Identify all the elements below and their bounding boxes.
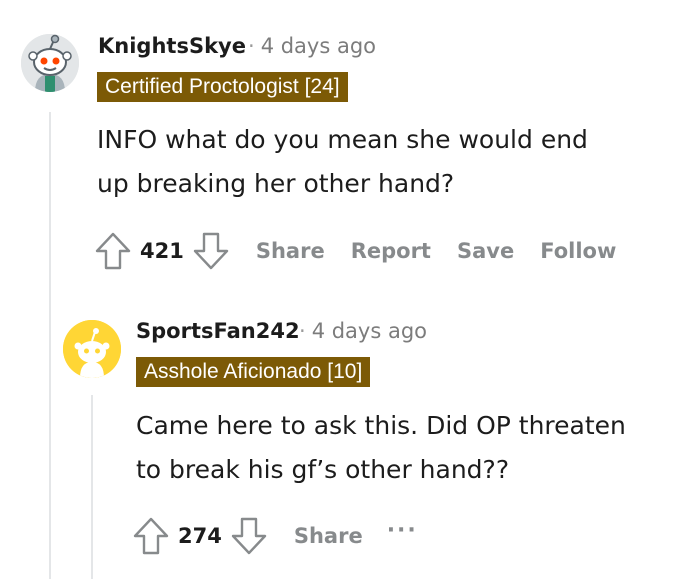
comment-body-line-1: INFO what do you mean she would end <box>97 125 588 154</box>
username[interactable]: SportsFan242 <box>136 319 300 343</box>
vote-score: 421 <box>140 239 184 263</box>
comment-body-line-2: up breaking her other hand? <box>97 169 455 198</box>
user-flair: Certified Proctologist [24] <box>97 72 348 102</box>
comment-body-line-2: to break his gf’s other hand?? <box>136 455 510 484</box>
share-button[interactable]: Share <box>294 524 363 548</box>
avatar[interactable] <box>21 34 79 92</box>
follow-button[interactable]: Follow <box>540 239 616 263</box>
post-meta: · 4 days ago <box>291 319 427 343</box>
user-flair: Asshole Aficionado [10] <box>136 357 371 387</box>
upvote-arrow-icon[interactable] <box>132 515 170 557</box>
report-button[interactable]: Report <box>351 239 431 263</box>
thread-line-2[interactable] <box>91 395 93 579</box>
thread-line-1[interactable] <box>49 112 51 579</box>
comment-actions: 421 Share Report Save Follow <box>94 229 616 273</box>
timestamp[interactable]: 4 days ago <box>312 319 427 343</box>
upvote-arrow-icon[interactable] <box>94 230 132 272</box>
comment-actions: 274 Share ··· <box>132 514 418 558</box>
timestamp[interactable]: 4 days ago <box>261 34 376 58</box>
comment-body-line-1: Came here to ask this. Did OP threaten <box>136 411 626 440</box>
meta-separator: · <box>248 34 255 58</box>
downvote-arrow-icon[interactable] <box>192 230 230 272</box>
meta-separator: · <box>299 319 306 343</box>
vote-score: 274 <box>178 524 222 548</box>
default-snoo-avatar-icon <box>63 320 121 378</box>
snoo-avatar-icon <box>21 34 79 92</box>
username[interactable]: KnightsSkye <box>98 34 246 58</box>
share-button[interactable]: Share <box>256 239 325 263</box>
more-options-icon[interactable]: ··· <box>387 518 418 543</box>
post-meta: · 4 days ago <box>240 34 376 58</box>
avatar[interactable] <box>63 320 121 378</box>
save-button[interactable]: Save <box>457 239 514 263</box>
downvote-arrow-icon[interactable] <box>230 515 268 557</box>
